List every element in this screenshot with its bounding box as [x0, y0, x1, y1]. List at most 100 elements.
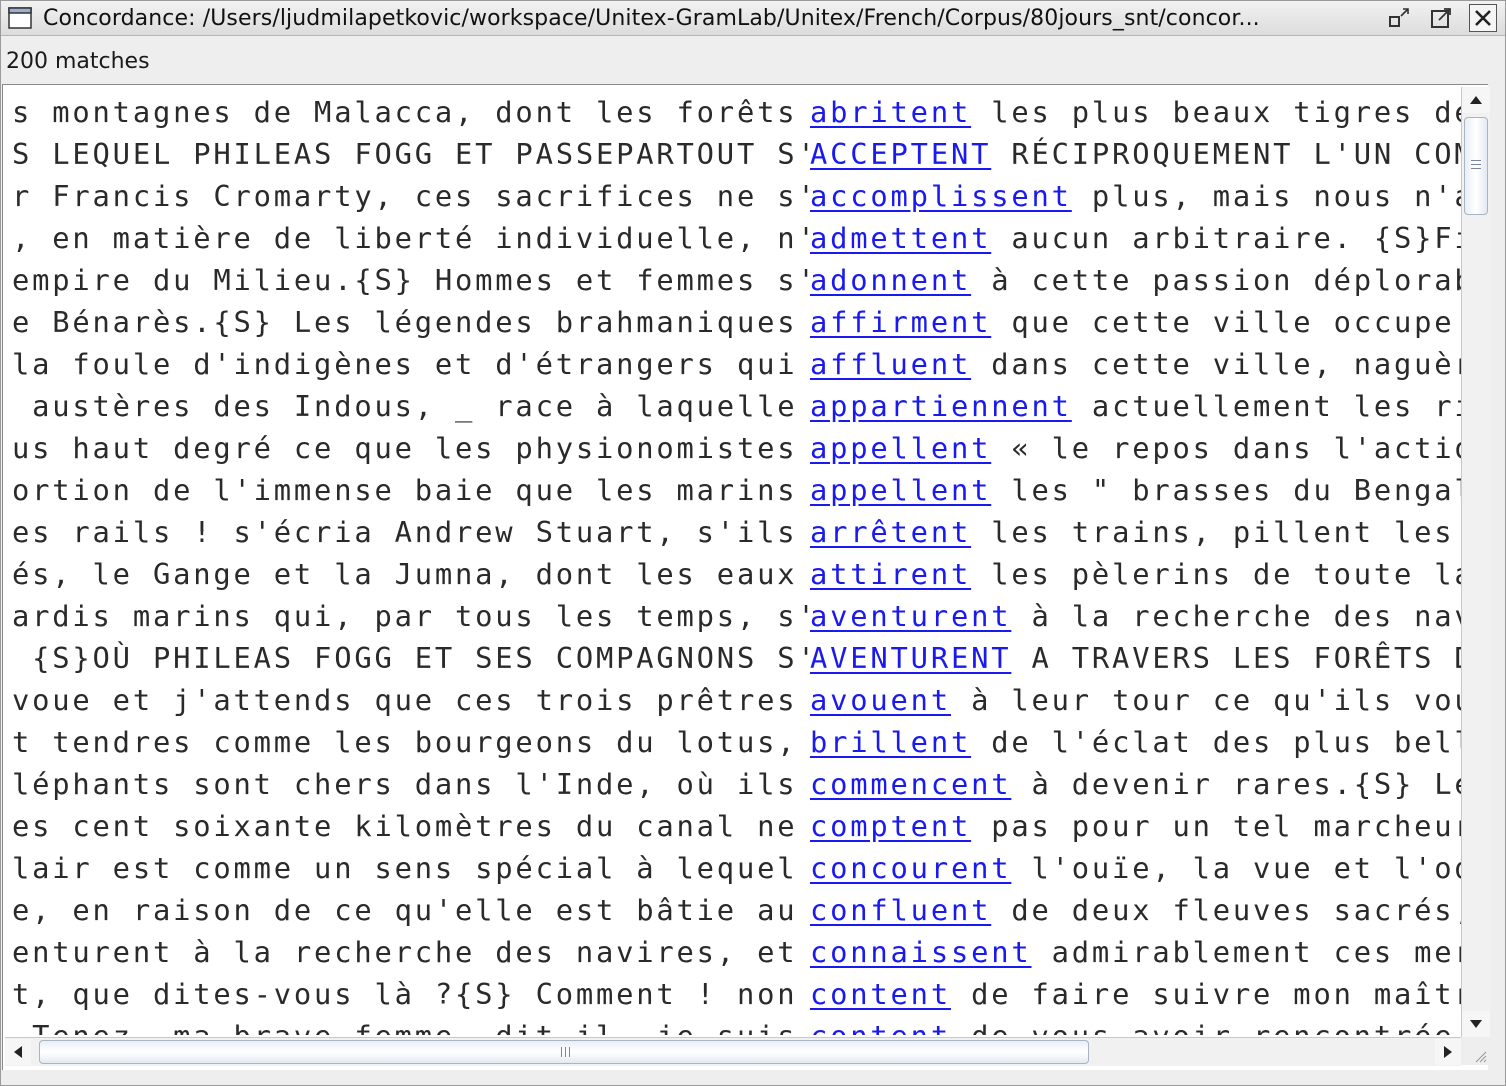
- left-context: {S}OÙ PHILEAS FOGG ET SES COMPAGNONS S': [12, 641, 810, 675]
- right-context: les pèlerins de toute la: [971, 557, 1461, 591]
- match-link[interactable]: accomplissent: [810, 179, 1072, 213]
- match-link[interactable]: affluent: [810, 347, 971, 381]
- scroll-right-arrow-icon[interactable]: [1435, 1039, 1461, 1065]
- scroll-left-arrow-icon[interactable]: [5, 1039, 31, 1065]
- match-link[interactable]: abritent: [810, 95, 971, 129]
- right-context: « le repos dans l'actio: [991, 431, 1461, 465]
- left-context: empire du Milieu.{S} Hommes et femmes s': [12, 263, 810, 297]
- match-link[interactable]: AVENTURENT: [810, 641, 1011, 675]
- scroll-up-arrow-icon[interactable]: [1462, 87, 1490, 113]
- horizontal-scrollbar[interactable]: [5, 1037, 1461, 1066]
- right-context: les " brasses du Bengal: [991, 473, 1461, 507]
- concordance-row: es rails ! s'écria Andrew Stuart, s'ils …: [12, 511, 1454, 553]
- window-title: Concordance: /Users/ljudmilapetkovic/wor…: [43, 5, 1260, 31]
- match-link[interactable]: ACCEPTENT: [810, 137, 991, 171]
- match-link[interactable]: brillent: [810, 725, 971, 759]
- concordance-row: austères des Indous, _ race à laquelle a…: [12, 385, 1461, 427]
- right-context: les plus beaux tigres de: [971, 95, 1461, 129]
- left-context: r Francis Cromarty, ces sacrifices ne s': [12, 179, 810, 213]
- right-context: à la recherche des nav: [1011, 599, 1462, 633]
- vertical-scrollbar[interactable]: [1461, 87, 1490, 1037]
- concordance-row: es cent soixante kilomètres du canal ne …: [12, 805, 1461, 847]
- left-context: us haut degré ce que les physionomistes: [12, 431, 810, 465]
- concordance-row: e, en raison de ce qu'elle est bâtie au …: [12, 889, 1461, 931]
- left-context: Tenez, ma brave femme, dit-il, je suis: [12, 1015, 810, 1035]
- concordance-row: ardis marins qui, par tous les temps, s'…: [12, 595, 1461, 637]
- concordance-row: r Francis Cromarty, ces sacrifices ne s'…: [12, 175, 1461, 217]
- match-link[interactable]: confluent: [810, 893, 991, 927]
- match-link[interactable]: comptent: [810, 809, 971, 843]
- window-controls: [1385, 4, 1497, 32]
- right-context: à devenir rares.{S} Le: [1011, 767, 1462, 801]
- concordance-row: és, le Gange et la Jumna, dont les eaux …: [12, 553, 1461, 595]
- resize-grip-icon[interactable]: [1473, 1049, 1487, 1063]
- concordance-row: s montagnes de Malacca, dont les forêts …: [12, 91, 1461, 133]
- right-context: à cette passion déplorab: [971, 263, 1461, 297]
- match-link[interactable]: content: [810, 977, 951, 1011]
- match-link[interactable]: attirent: [810, 557, 971, 591]
- match-link[interactable]: aventurent: [810, 599, 1011, 633]
- match-link[interactable]: adonnent: [810, 263, 971, 297]
- right-context: de l'éclat des plus bell: [971, 725, 1461, 759]
- right-context: à leur tour ce qu'ils vou: [950, 683, 1461, 717]
- concordance-row: {S}OÙ PHILEAS FOGG ET SES COMPAGNONS S'A…: [12, 637, 1461, 679]
- right-context: de faire suivre mon maîtr: [950, 977, 1461, 1011]
- scroll-corner: [1461, 1037, 1489, 1065]
- scroll-down-arrow-icon[interactable]: [1462, 1011, 1490, 1037]
- match-link[interactable]: appartiennent: [810, 389, 1072, 423]
- left-context: enturent à la recherche des navires, et: [12, 935, 810, 969]
- match-link[interactable]: concourent: [810, 851, 1011, 885]
- title-bar[interactable]: Concordance: /Users/ljudmilapetkovic/wor…: [1, 1, 1505, 36]
- left-context: austères des Indous, _ race à laquelle: [12, 389, 810, 423]
- concordance-row: la foule d'indigènes et d'étrangers qui …: [12, 343, 1461, 385]
- right-context: les trains, pillent les: [971, 515, 1455, 549]
- left-context: s montagnes de Malacca, dont les forêts: [12, 95, 810, 129]
- maximize-icon[interactable]: [1427, 4, 1455, 32]
- match-link[interactable]: affirment: [810, 305, 991, 339]
- concordance-row: , en matière de liberté individuelle, n'…: [12, 217, 1461, 259]
- right-context: pas pour un tel marcheur: [971, 809, 1461, 843]
- match-link[interactable]: commencent: [810, 767, 1011, 801]
- left-context: e, en raison de ce qu'elle est bâtie au: [12, 893, 810, 927]
- match-link[interactable]: appellent: [810, 473, 991, 507]
- left-context: ortion de l'immense baie que les marins: [12, 473, 810, 507]
- left-context: voue et j'attends que ces trois prêtres: [12, 683, 810, 717]
- left-context: t tendres comme les bourgeons du lotus,: [12, 725, 810, 759]
- match-link[interactable]: admettent: [810, 221, 991, 255]
- concordance-row: enturent à la recherche des navires, et …: [12, 931, 1461, 973]
- left-context: , en matière de liberté individuelle, n': [12, 221, 810, 255]
- iconify-icon[interactable]: [1385, 4, 1413, 32]
- right-context: de deux fleuves sacrés,: [991, 893, 1461, 927]
- concordance-row: t, que dites-vous là ?{S} Comment ! non …: [12, 973, 1461, 1015]
- match-link[interactable]: avouent: [810, 683, 951, 717]
- concordance-text-area[interactable]: s montagnes de Malacca, dont les forêts …: [5, 87, 1461, 1035]
- concordance-row: S LEQUEL PHILEAS FOGG ET PASSEPARTOUT S'…: [12, 133, 1461, 175]
- concordance-row: voue et j'attends que ces trois prêtres …: [12, 679, 1461, 721]
- left-context: léphants sont chers dans l'Inde, où ils: [12, 767, 810, 801]
- left-context: t, que dites-vous là ?{S} Comment ! non: [12, 977, 810, 1011]
- horizontal-scroll-thumb[interactable]: [39, 1040, 1089, 1064]
- right-context: A TRAVERS LES FORÊTS D: [1011, 641, 1462, 675]
- concordance-row: Tenez, ma brave femme, dit-il, je suis c…: [12, 1015, 1454, 1035]
- right-context: plus, mais nous n'a: [1071, 179, 1461, 213]
- concordance-row: t tendres comme les bourgeons du lotus, …: [12, 721, 1461, 763]
- match-link[interactable]: arrêtent: [810, 515, 971, 549]
- match-link[interactable]: appellent: [810, 431, 991, 465]
- left-context: és, le Gange et la Jumna, dont les eaux: [12, 557, 810, 591]
- left-context: es rails ! s'écria Andrew Stuart, s'ils: [12, 515, 810, 549]
- right-context: que cette ville occupe: [991, 305, 1455, 339]
- left-context: lair est comme un sens spécial à lequel: [12, 851, 810, 885]
- right-context: aucun arbitraire. {S}Fi: [991, 221, 1461, 255]
- right-context: de vous avoir rencontrée: [951, 1019, 1454, 1035]
- match-link[interactable]: content: [810, 1019, 951, 1035]
- concordance-window: Concordance: /Users/ljudmilapetkovic/wor…: [0, 0, 1506, 1086]
- match-link[interactable]: connaissent: [810, 935, 1032, 969]
- close-icon[interactable]: [1469, 4, 1497, 32]
- left-context: es cent soixante kilomètres du canal ne: [12, 809, 810, 843]
- left-context: la foule d'indigènes et d'étrangers qui: [12, 347, 810, 381]
- concordance-row: empire du Milieu.{S} Hommes et femmes s'…: [12, 259, 1461, 301]
- concordance-row: léphants sont chers dans l'Inde, où ils …: [12, 763, 1461, 805]
- concordance-row: e Bénarès.{S} Les légendes brahmaniques …: [12, 301, 1454, 343]
- vertical-scroll-thumb[interactable]: [1464, 117, 1488, 215]
- matches-count: 200 matches: [6, 49, 150, 74]
